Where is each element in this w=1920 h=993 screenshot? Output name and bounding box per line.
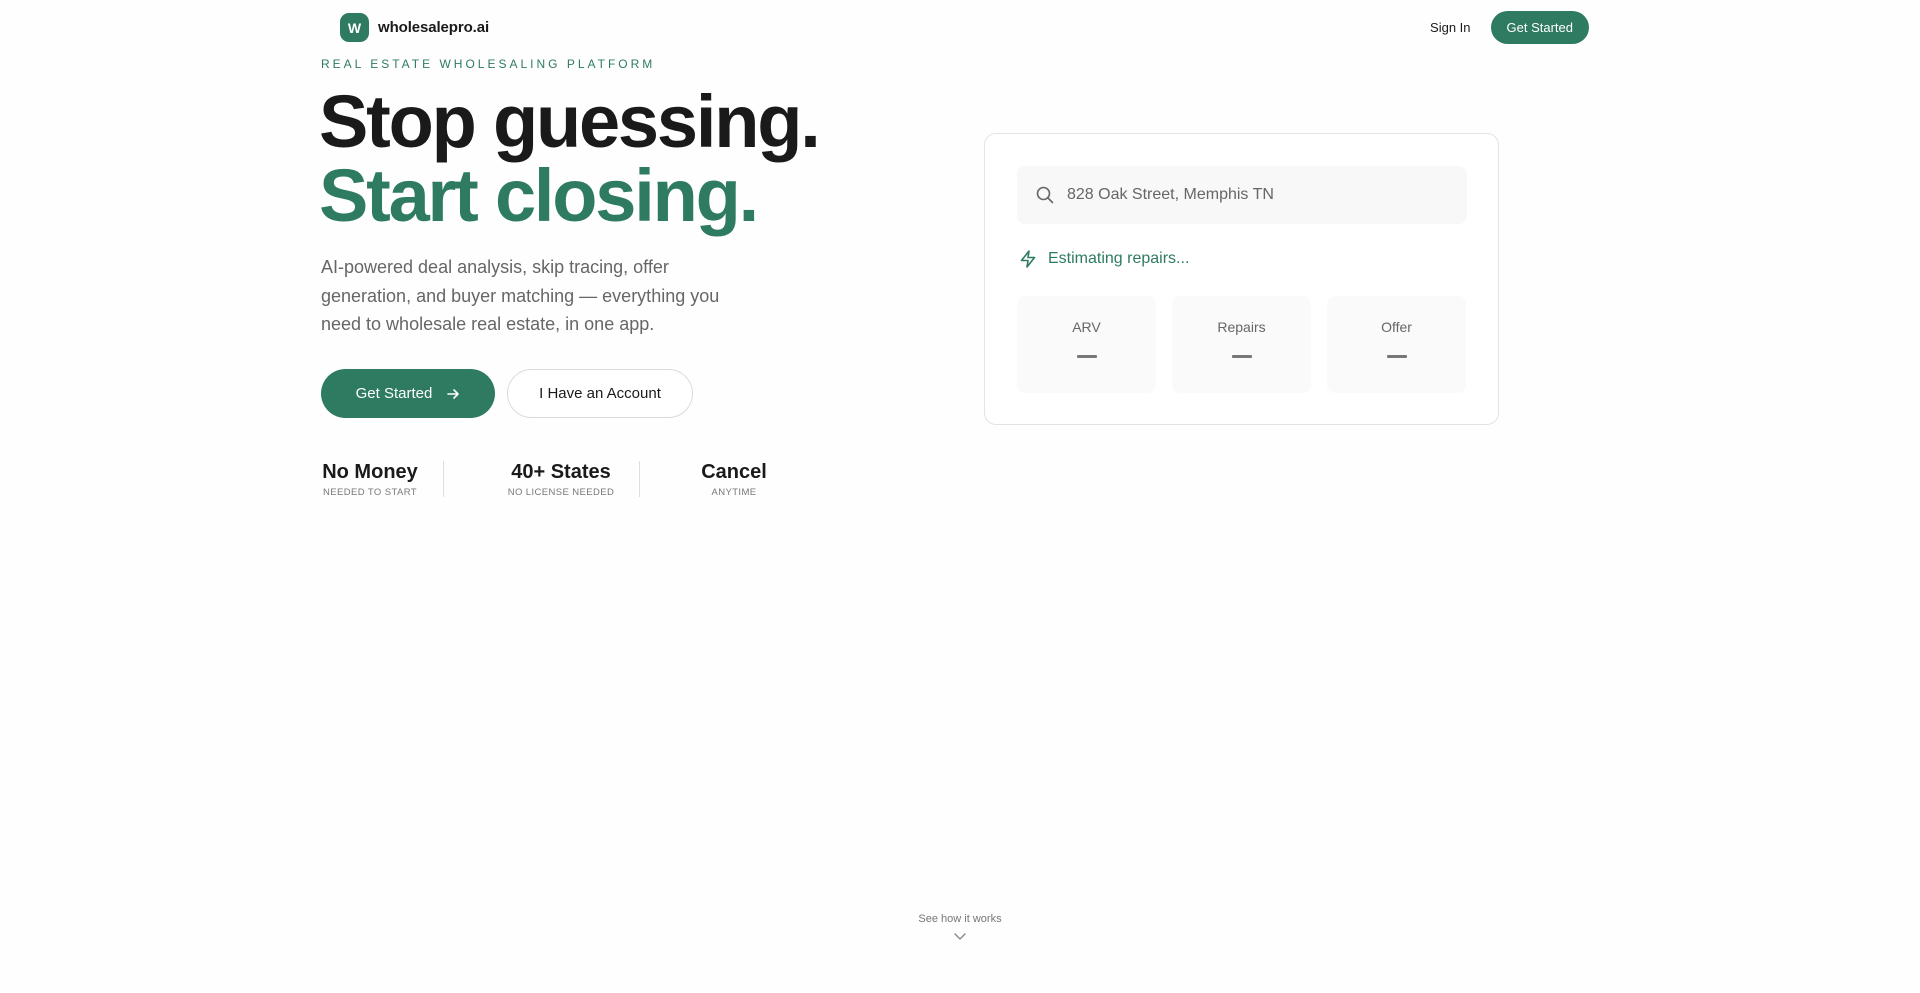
landing-page: W wholesalepro.ai Sign In Get Started RE… — [0, 0, 1920, 993]
scroll-hint-text: See how it works — [918, 913, 1002, 925]
stat-label: NEEDED TO START — [323, 487, 417, 498]
headline-line-2: Start closing. — [319, 154, 759, 237]
metric-label: Offer — [1381, 319, 1412, 335]
status-text: Estimating repairs... — [1048, 250, 1190, 267]
address-search-box[interactable] — [1017, 166, 1467, 224]
metric-value-placeholder — [1076, 355, 1097, 358]
hero-get-started-label: Get Started — [355, 385, 433, 402]
search-icon — [1036, 186, 1054, 204]
arrow-right-icon — [447, 388, 460, 399]
lightning-icon — [1020, 250, 1036, 268]
metric-repairs: Repairs — [1172, 296, 1311, 393]
stat-divider — [639, 461, 640, 497]
stat-label: NO LICENSE NEEDED — [507, 487, 615, 498]
stat-value: Cancel — [701, 461, 767, 483]
have-account-button[interactable]: I Have an Account — [507, 369, 693, 418]
scroll-hint[interactable]: See how it works — [0, 913, 1920, 941]
header-get-started-button[interactable]: Get Started — [1490, 11, 1589, 44]
hero-eyebrow: REAL ESTATE WHOLESALING PLATFORM — [321, 57, 656, 71]
stat-value: No Money — [322, 461, 418, 483]
hero-headline: Stop guessing. Start closing. — [319, 80, 821, 237]
hero-get-started-button[interactable]: Get Started — [321, 369, 495, 418]
analysis-status: Estimating repairs... — [1018, 249, 1189, 269]
address-search-input[interactable] — [1067, 186, 1447, 204]
brand-name: wholesalepro.ai — [378, 19, 490, 36]
metric-offer: Offer — [1327, 296, 1466, 393]
stat-no-money: No Money NEEDED TO START — [321, 460, 419, 498]
metric-value-placeholder — [1231, 355, 1252, 358]
stat-label: ANYTIME — [711, 487, 757, 498]
metric-value-placeholder — [1386, 355, 1407, 358]
stat-cancel: Cancel ANYTIME — [696, 460, 772, 498]
headline-line-1: Stop guessing. — [319, 80, 821, 163]
stat-states: 40+ States NO LICENSE NEEDED — [506, 460, 616, 498]
stat-value: 40+ States — [511, 461, 611, 483]
sign-in-link[interactable]: Sign In — [1430, 20, 1470, 35]
hero-subtext: AI-powered deal analysis, skip tracing, … — [321, 257, 720, 334]
header-nav: Sign In Get Started — [1430, 11, 1589, 44]
stats-row: No Money NEEDED TO START 40+ States NO L… — [321, 460, 772, 498]
logo-mark: W — [340, 13, 369, 42]
metric-arv: ARV — [1017, 296, 1156, 393]
metrics-row: ARV Repairs Offer — [1017, 296, 1466, 393]
deal-analysis-demo-card: Estimating repairs... ARV Repairs Offer — [984, 133, 1499, 425]
brand-logo[interactable]: W wholesalepro.ai — [340, 13, 489, 42]
metric-label: ARV — [1072, 319, 1101, 335]
metric-label: Repairs — [1217, 319, 1266, 335]
stat-divider — [443, 461, 444, 497]
chevron-down-icon — [954, 933, 966, 940]
